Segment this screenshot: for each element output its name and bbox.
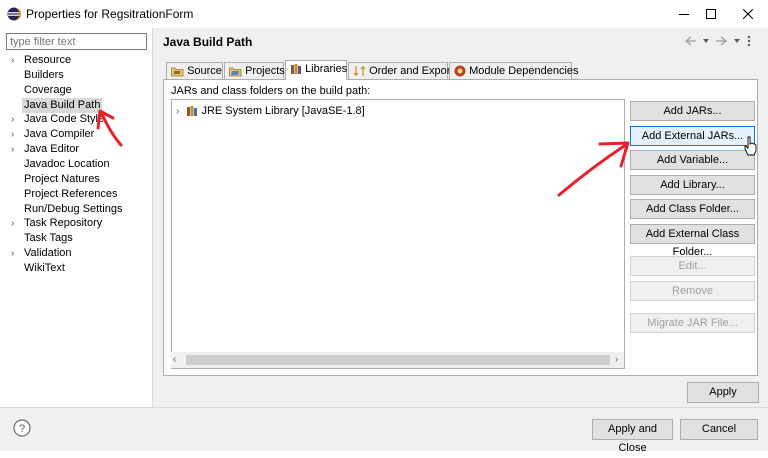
module-icon [454,65,466,77]
tab-libraries-label: Libraries [305,63,348,75]
add-external-jars-button[interactable]: Add External JARs... [630,126,755,146]
tree-item[interactable]: Java Build Path [22,98,103,113]
filter-input[interactable] [6,33,147,50]
edit-button[interactable]: Edit... [630,256,755,276]
tab-module-dependencies[interactable]: Module Dependencies [449,62,579,79]
tree-expand-chevron-icon[interactable]: › [11,216,19,231]
minimize-icon [679,14,689,15]
cancel-button[interactable]: Cancel [680,419,758,440]
add-external-class-folder-button[interactable]: Add External Class Folder... [630,224,755,258]
expand-chevron-icon[interactable]: › [176,106,179,117]
window-title: Properties for RegsitrationForm [26,7,194,21]
tab-source-label: Source [187,65,222,77]
forward-arrow-icon[interactable] [715,36,727,46]
build-path-description: JARs and class folders on the build path… [171,85,371,97]
tab-libraries[interactable]: Libraries [285,60,347,80]
add-library-button[interactable]: Add Library... [630,175,755,195]
hand-cursor-icon [744,136,757,156]
tree-item[interactable]: Run/Debug Settings [24,202,122,217]
close-button[interactable] [725,0,768,28]
project-folder-icon [229,67,242,76]
tree-item[interactable]: Java Editor [24,142,79,157]
tree-item[interactable]: Java Compiler [24,127,94,142]
tree-expand-chevron-icon[interactable]: › [11,112,19,127]
order-export-icon [353,65,366,77]
tab-order-and-export[interactable]: Order and Export [348,62,453,79]
tab-order-and-export-label: Order and Export [369,65,454,77]
view-menu-icon[interactable] [747,35,751,47]
apply-and-close-button[interactable]: Apply and Close [592,419,673,454]
close-icon [743,9,753,19]
tree-expand-chevron-icon[interactable]: › [11,142,19,157]
scroll-right-icon[interactable]: › [615,355,618,365]
svg-text:?: ? [19,423,25,435]
tree-expand-chevron-icon[interactable]: › [11,53,19,68]
annotation-arrow-right [557,141,630,197]
back-dropdown-icon[interactable] [703,39,709,43]
tree-item[interactable]: Java Code Style [24,112,104,127]
tab-projects-label: Projects [245,65,285,77]
tree-item[interactable]: Builders [24,68,64,83]
tree-expand-chevron-icon[interactable]: › [11,127,19,142]
tree-item[interactable]: Resource [24,53,71,68]
annotation-arrow-left [96,109,123,147]
help-icon[interactable]: ? [13,419,31,437]
scroll-left-icon[interactable]: ‹ [173,355,176,365]
tree-item[interactable]: Coverage [24,83,72,98]
add-variable-button[interactable]: Add Variable... [630,150,755,170]
remove-button[interactable]: Remove [630,281,755,301]
maximize-icon [706,9,716,19]
maximize-button[interactable] [706,0,716,28]
tab-source[interactable]: Source [166,62,223,79]
tree-expand-chevron-icon[interactable]: › [11,246,19,261]
forward-dropdown-icon[interactable] [734,39,740,43]
tree-item[interactable]: Task Tags [24,231,73,246]
page-title: Java Build Path [163,35,253,49]
minimize-button[interactable] [661,0,707,28]
list-item[interactable]: › JRE System Library [JavaSE-1.8] [176,104,365,118]
add-jars-button[interactable]: Add JARs... [630,101,755,121]
jre-library-icon [187,106,198,117]
tree-item[interactable]: Project References [24,187,118,202]
apply-button[interactable]: Apply [687,382,759,403]
source-folder-icon [171,67,184,76]
tab-module-dependencies-label: Module Dependencies [469,65,579,77]
tree-item[interactable]: Task Repository [24,216,102,231]
libraries-icon [291,64,301,75]
tree-item[interactable]: WikiText [24,261,65,276]
tree-item[interactable]: Validation [24,246,72,261]
eclipse-logo-icon [7,7,21,21]
jre-library-label: JRE System Library [JavaSE-1.8] [201,105,365,117]
add-class-folder-button[interactable]: Add Class Folder... [630,199,755,219]
tree-item[interactable]: Javadoc Location [24,157,110,172]
tab-projects[interactable]: Projects [224,62,285,79]
tree-item[interactable]: Project Natures [24,172,100,187]
scrollbar-thumb[interactable] [186,355,610,365]
back-arrow-icon[interactable] [685,36,697,46]
migrate-jar-button[interactable]: Migrate JAR File... [630,313,755,333]
